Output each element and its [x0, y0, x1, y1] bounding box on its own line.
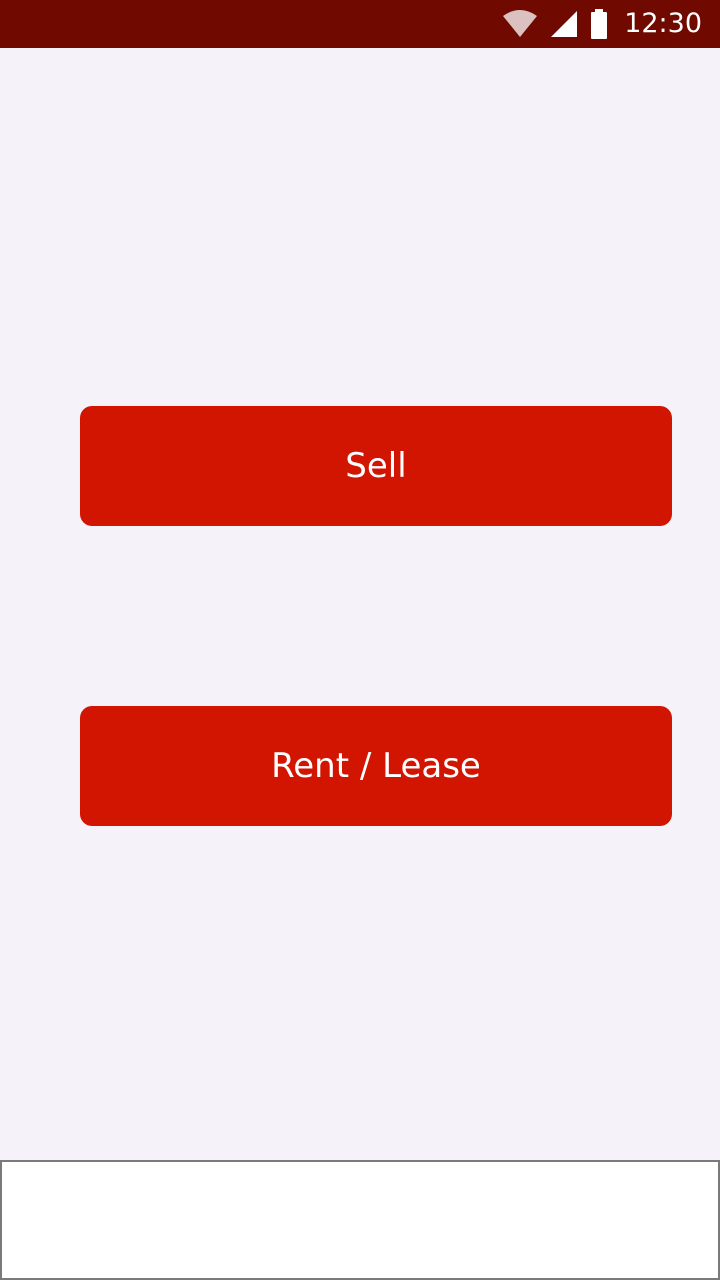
wifi-icon — [502, 10, 538, 38]
battery-icon — [590, 9, 608, 39]
sell-button[interactable]: Sell — [80, 406, 672, 526]
status-icons: 12:30 — [502, 0, 702, 48]
bottom-panel — [0, 1160, 720, 1280]
cellular-signal-icon — [550, 10, 578, 38]
status-bar: 12:30 — [0, 0, 720, 48]
main-content: Sell Rent / Lease — [0, 48, 720, 1160]
status-time: 12:30 — [624, 8, 702, 39]
rent-lease-button[interactable]: Rent / Lease — [80, 706, 672, 826]
